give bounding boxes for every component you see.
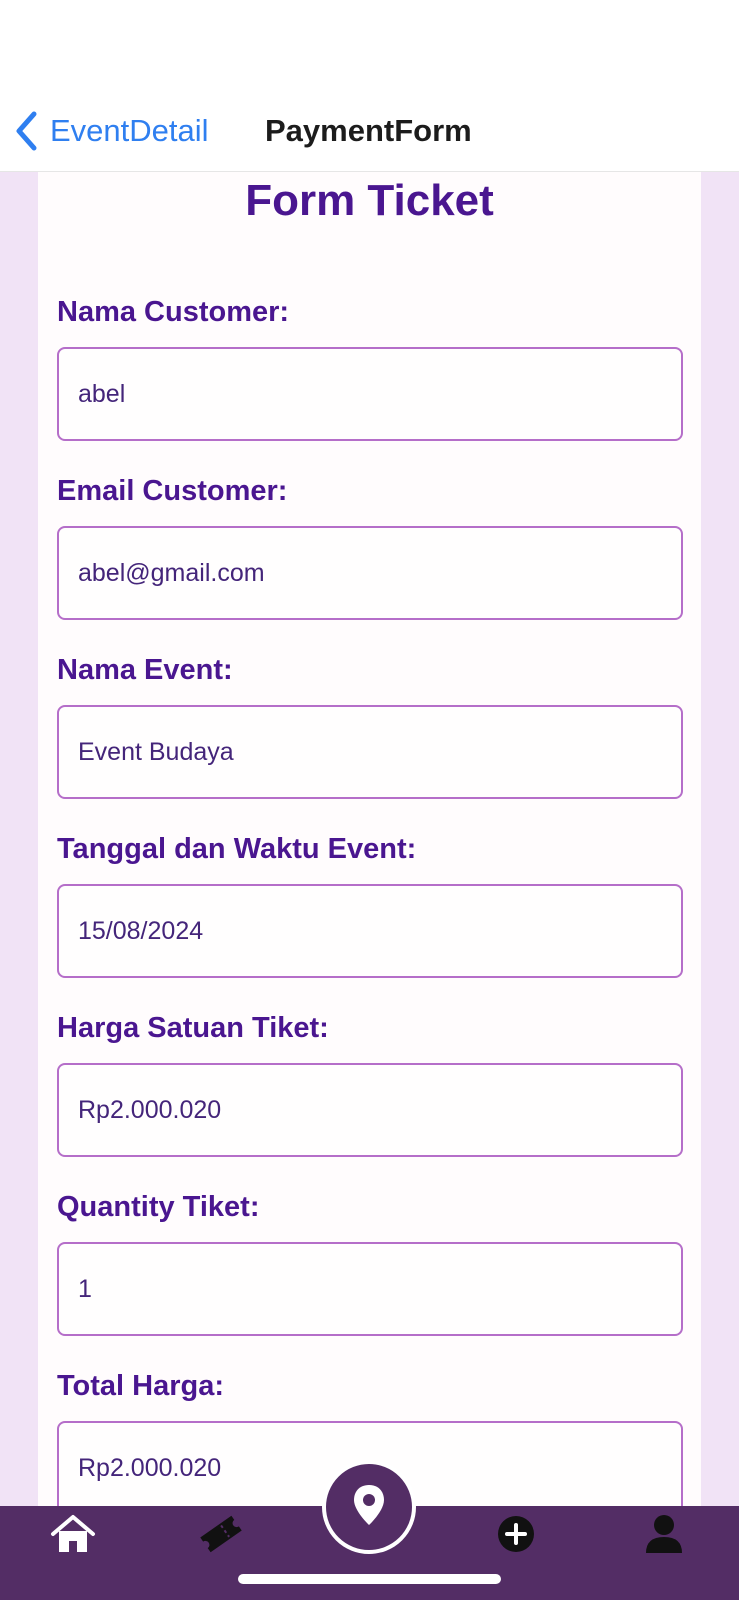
back-button[interactable]: EventDetail [14,109,209,153]
customer-email-input[interactable] [57,526,683,620]
customer-email-label: Email Customer: [57,475,288,507]
total-price-label: Total Harga: [57,1370,225,1402]
ticket-quantity-input[interactable] [57,1242,683,1336]
ticket-price-input[interactable] [57,1063,683,1157]
chevron-left-icon [14,109,44,153]
tab-tickets[interactable] [181,1506,261,1566]
ticket-icon [198,1513,244,1560]
user-icon [644,1513,684,1560]
status-bar [0,0,739,95]
page-title: PaymentForm [265,113,472,148]
event-datetime-label: Tanggal dan Waktu Event: [57,833,417,865]
tab-profile[interactable] [624,1506,704,1566]
ticket-quantity-label: Quantity Tiket: [57,1191,260,1223]
home-icon [50,1513,96,1560]
customer-name-input[interactable] [57,347,683,441]
tab-home[interactable] [33,1506,113,1566]
back-button-label: EventDetail [50,113,209,148]
add-circle-icon [496,1514,536,1559]
customer-name-label: Nama Customer: [57,296,290,328]
navigation-bar: EventDetail PaymentForm [0,95,739,172]
tab-location[interactable] [322,1460,416,1554]
event-name-label: Nama Event: [57,654,233,686]
ticket-price-label: Harga Satuan Tiket: [57,1012,329,1044]
form-title: Form Ticket [245,176,494,225]
location-pin-icon [351,1483,387,1532]
ticket-form: Form Ticket Nama Customer: Email Custome… [38,172,701,1515]
tab-add[interactable] [476,1506,556,1566]
home-indicator [238,1574,501,1584]
event-name-input[interactable] [57,705,683,799]
event-datetime-input[interactable] [57,884,683,978]
